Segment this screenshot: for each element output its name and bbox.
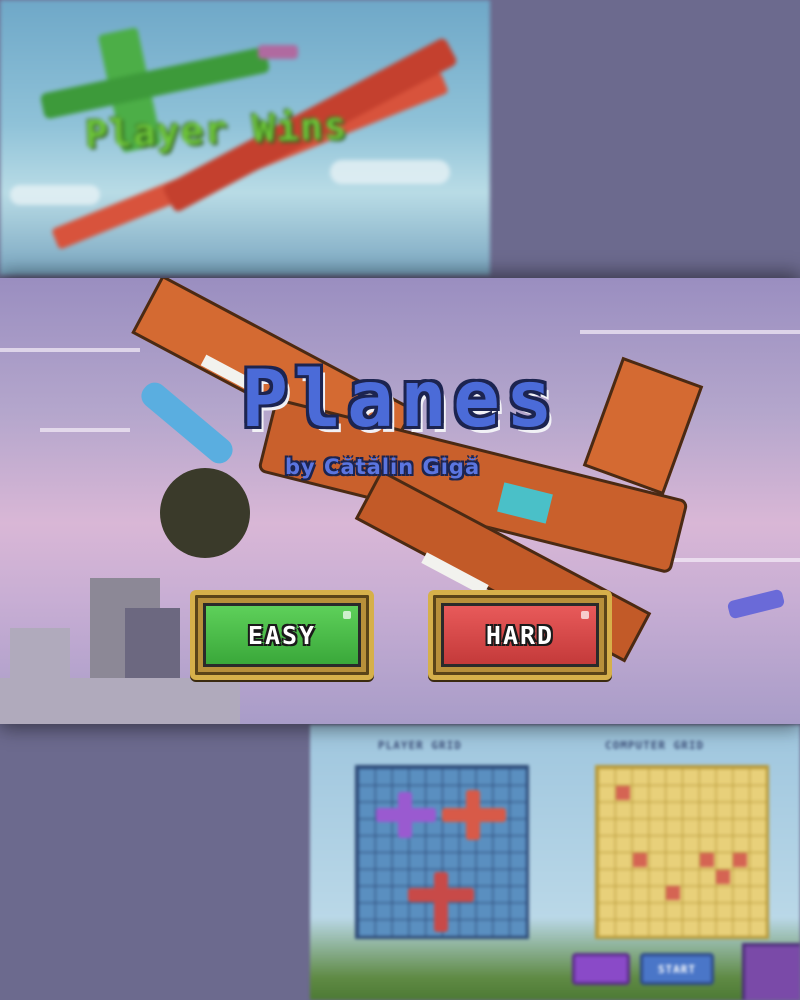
player-grid	[355, 765, 529, 939]
hard-button[interactable]: HARD	[428, 590, 612, 680]
sparkle-icon	[343, 611, 351, 619]
sparkle-icon	[581, 611, 589, 619]
randomize-button	[572, 953, 630, 985]
red-plane-icon	[466, 790, 480, 840]
win-screen-preview: Player Wins	[0, 0, 490, 275]
sky-streak	[0, 348, 140, 352]
mountain	[0, 678, 240, 724]
purple-plane-icon	[398, 792, 412, 838]
cloud-shape	[330, 160, 450, 184]
side-panel	[742, 943, 800, 1000]
win-message: Player Wins	[84, 103, 349, 157]
hit-marker	[666, 886, 680, 900]
hit-marker	[616, 786, 630, 800]
game-title: Planes	[241, 355, 559, 445]
easy-button-label: EASY	[203, 603, 361, 667]
computer-grid-title: COMPUTER GRID	[605, 739, 705, 752]
cloud-shape	[10, 185, 100, 205]
hard-button-label: HARD	[441, 603, 599, 667]
player-grid-title: PLAYER GRID	[378, 739, 462, 752]
hit-marker	[633, 853, 647, 867]
grid-screen-preview: PLAYER GRID COMPUTER GRID START	[310, 725, 800, 1000]
red-plane-icon	[434, 872, 448, 932]
computer-grid	[595, 765, 769, 939]
start-button: START	[640, 953, 714, 985]
main-menu-panel	[0, 278, 800, 724]
hit-marker	[700, 853, 714, 867]
easy-button[interactable]: EASY	[190, 590, 374, 680]
hit-marker	[733, 853, 747, 867]
hit-marker	[716, 870, 730, 884]
author-credit: by Cătălin Gigă	[285, 455, 481, 479]
small-plane-icon	[258, 45, 298, 59]
